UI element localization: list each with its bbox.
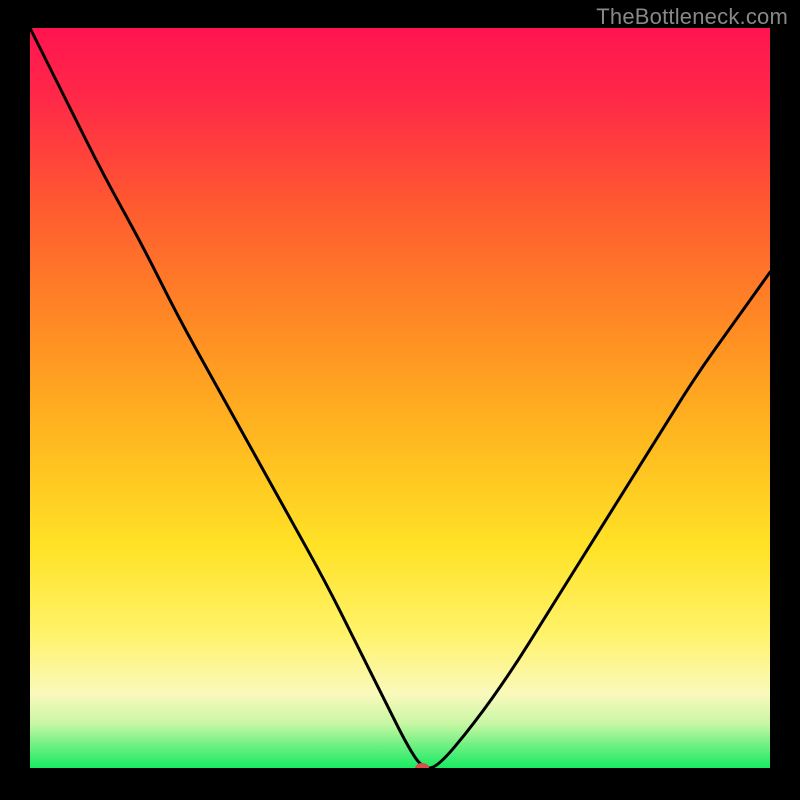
chart-svg — [30, 28, 770, 768]
gradient-background — [30, 28, 770, 768]
plot-frame — [30, 28, 770, 768]
watermark: TheBottleneck.com — [596, 4, 788, 30]
